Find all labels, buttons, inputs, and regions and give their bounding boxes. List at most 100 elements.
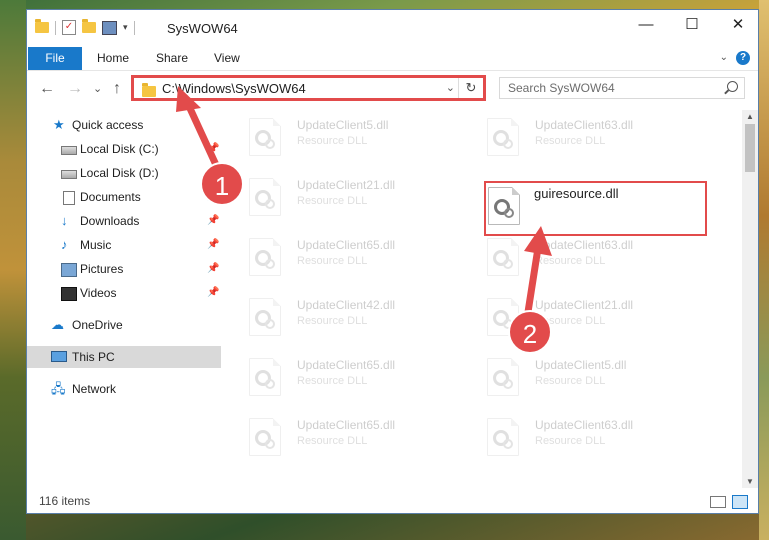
- address-bar[interactable]: C:\Windows\SysWOW64 ⌄ ↻: [131, 75, 486, 101]
- tab-view[interactable]: View: [214, 47, 240, 70]
- sidebar-item-label: Documents: [80, 190, 141, 204]
- file-name: UpdateClient5.dll: [297, 118, 389, 132]
- recent-locations-button[interactable]: ⌄: [93, 80, 102, 98]
- vertical-scrollbar[interactable]: ▲ ▼: [742, 110, 758, 488]
- sidebar-item-onedrive[interactable]: ☁ OneDrive: [27, 314, 221, 336]
- search-icon: [727, 81, 738, 92]
- folder-icon: [35, 19, 49, 33]
- customize-toolbar-icon[interactable]: ▾: [123, 22, 128, 33]
- dll-file-icon: [249, 238, 281, 276]
- sidebar-item-label: Videos: [80, 286, 117, 300]
- large-icons-view-icon[interactable]: [732, 495, 748, 509]
- dll-file-icon: [488, 187, 520, 225]
- properties-check-icon[interactable]: ✓: [62, 20, 76, 35]
- step-1-badge: 1: [200, 162, 244, 206]
- help-icon[interactable]: ?: [736, 51, 750, 65]
- file-item[interactable]: UpdateClient65.dll Resource DLL: [223, 410, 453, 460]
- sidebar-item-pictures[interactable]: Pictures 📌: [27, 258, 221, 280]
- file-item[interactable]: UpdateClient65.dll Resource DLL: [223, 230, 453, 280]
- navigation-bar: ← → ⌄ ↑ C:\Windows\SysWOW64 ⌄ ↻ Search S…: [27, 71, 758, 107]
- refresh-icon[interactable]: ↻: [458, 78, 483, 98]
- status-bar: 116 items: [27, 488, 758, 514]
- sidebar-item-label: Music: [80, 238, 112, 252]
- sidebar-item-network[interactable]: 🖧 Network: [27, 378, 221, 400]
- file-item[interactable]: UpdateClient42.dll Resource DLL: [223, 290, 453, 340]
- file-type: Resource DLL: [297, 135, 368, 147]
- new-folder-icon[interactable]: [82, 19, 96, 33]
- download-icon: ↓: [61, 213, 68, 228]
- address-dropdown-icon[interactable]: ⌄: [446, 81, 455, 94]
- sidebar-item-local-disk-d[interactable]: Local Disk (D:) 📌: [27, 162, 221, 184]
- sidebar-item-label: Local Disk (C:): [80, 142, 159, 156]
- sidebar-item-music[interactable]: ♪ Music 📌: [27, 234, 221, 256]
- sidebar-item-local-disk-c[interactable]: Local Disk (C:) 📌: [27, 138, 221, 160]
- file-item-guiresource[interactable]: guiresource.dll: [486, 183, 716, 233]
- sidebar-item-label: Pictures: [80, 262, 124, 276]
- file-name: UpdateClient63.dll: [535, 118, 634, 132]
- pin-icon: 📌: [207, 215, 220, 226]
- sidebar-item-quick-access[interactable]: ★ Quick access: [27, 114, 221, 136]
- dll-file-icon: [249, 418, 281, 456]
- file-item[interactable]: UpdateClient5.dll Resource DLL: [461, 350, 691, 400]
- sidebar-item-documents[interactable]: Documents 📌: [27, 186, 221, 208]
- file-item[interactable]: UpdateClient63.dll Resource DLL: [461, 410, 691, 460]
- sidebar-item-this-pc[interactable]: This PC: [27, 346, 221, 368]
- file-name: guiresource.dll: [534, 186, 619, 201]
- search-placeholder: Search SysWOW64: [508, 81, 615, 95]
- file-item[interactable]: UpdateClient21.dll Resource DLL: [461, 290, 691, 340]
- sidebar-item-label: Local Disk (D:): [80, 166, 159, 180]
- file-item[interactable]: UpdateClient63.dll Resource DLL: [461, 110, 691, 160]
- desktop-background-right: [759, 0, 769, 540]
- file-name: UpdateClient42.dll: [297, 298, 396, 312]
- address-path[interactable]: C:\Windows\SysWOW64: [162, 81, 306, 96]
- sidebar-item-videos[interactable]: Videos 📌: [27, 282, 221, 304]
- file-type: Resource DLL: [535, 375, 606, 387]
- tab-share[interactable]: Share: [156, 47, 188, 70]
- file-type: Resource DLL: [297, 315, 368, 327]
- back-button[interactable]: ←: [39, 80, 55, 98]
- divider: [133, 20, 135, 35]
- file-type: Resource DLL: [297, 255, 368, 267]
- file-name: UpdateClient65.dll: [297, 358, 396, 372]
- file-name: UpdateClient21.dll: [535, 298, 634, 312]
- file-item[interactable]: UpdateClient5.dll Resource DLL: [223, 110, 453, 160]
- properties-icon[interactable]: [102, 20, 117, 35]
- file-type: Resource DLL: [535, 135, 606, 147]
- forward-button[interactable]: →: [67, 80, 83, 98]
- file-item[interactable]: UpdateClient21.dll Resource DLL: [223, 170, 453, 220]
- folder-icon: [142, 83, 156, 97]
- window-title: SysWOW64: [167, 21, 238, 36]
- search-box[interactable]: Search SysWOW64: [499, 77, 745, 99]
- tab-file[interactable]: File: [28, 47, 82, 70]
- sidebar-item-label: Network: [72, 382, 117, 396]
- sidebar-item-label: Quick access: [72, 118, 144, 132]
- scroll-down-icon[interactable]: ▼: [746, 477, 754, 486]
- pin-icon: 📌: [207, 143, 220, 154]
- expand-ribbon-icon[interactable]: ⌄: [720, 52, 728, 63]
- file-item[interactable]: UpdateClient63.dll Resource DLL: [461, 230, 691, 280]
- file-name: UpdateClient5.dll: [535, 358, 627, 372]
- file-name: UpdateClient63.dll: [535, 238, 634, 252]
- file-item[interactable]: UpdateClient65.dll Resource DLL: [223, 350, 453, 400]
- details-view-icon[interactable]: [710, 496, 726, 508]
- pin-icon: 📌: [207, 239, 220, 250]
- tab-home[interactable]: Home: [97, 47, 129, 70]
- video-icon: [61, 287, 77, 301]
- divider: [55, 20, 56, 35]
- music-icon: ♪: [61, 237, 68, 252]
- sidebar-item-label: Downloads: [80, 214, 140, 228]
- pin-icon: 📌: [207, 263, 220, 274]
- file-type: Resource DLL: [535, 435, 606, 447]
- sidebar-item-downloads[interactable]: ↓ Downloads 📌: [27, 210, 221, 232]
- scroll-up-icon[interactable]: ▲: [746, 112, 754, 121]
- up-button[interactable]: ↑: [113, 80, 121, 98]
- file-type: Resource DLL: [297, 195, 368, 207]
- ribbon-tabs: File Home Share View ⌄ ?: [27, 47, 758, 71]
- scroll-thumb[interactable]: [745, 124, 755, 172]
- file-list: UpdateClient5.dll Resource DLL UpdateCli…: [223, 110, 738, 488]
- close-button[interactable]: ✕: [715, 10, 761, 40]
- minimize-button[interactable]: —: [623, 10, 669, 40]
- maximize-button[interactable]: ☐: [669, 10, 715, 40]
- dll-file-icon: [249, 118, 281, 156]
- file-type: Resource DLL: [535, 255, 606, 267]
